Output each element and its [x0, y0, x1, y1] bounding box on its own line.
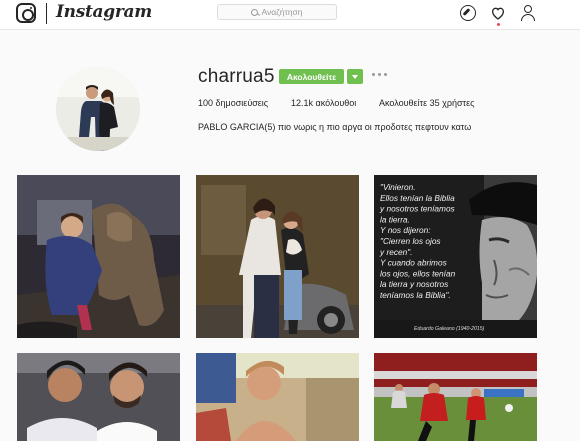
quote-credit: Eduardo Galeano (1940-2015): [414, 326, 485, 332]
quote-line: la tierra y nosotros: [380, 279, 448, 289]
profile-avatar[interactable]: [56, 67, 140, 151]
quote-line: y recen".: [379, 247, 412, 257]
following-button[interactable]: Ακολουθείτε: [279, 69, 344, 84]
instagram-wordmark[interactable]: Instagram: [56, 2, 152, 22]
quote-line: los ojos, ellos tenían: [380, 268, 456, 278]
top-navigation-bar: Instagram Αναζήτηση: [0, 0, 580, 30]
quote-line: la tierra.: [380, 214, 410, 224]
chevron-down-icon[interactable]: [347, 69, 363, 84]
search-input[interactable]: Αναζήτηση: [217, 4, 337, 20]
notification-dot: [497, 23, 500, 26]
quote-line: "Cierren los ojos: [380, 236, 441, 246]
quote-line: Y nos dijeron:: [380, 225, 431, 235]
more-options-icon[interactable]: [372, 73, 387, 76]
instagram-camera-icon[interactable]: [16, 3, 36, 23]
profile-bio: PABLO GARCIA(5) πιο νωρις η πιο αργα οι …: [198, 122, 472, 132]
profile-icon[interactable]: [520, 5, 536, 21]
followers-count[interactable]: 12.1k ακόλουθοι: [291, 98, 356, 108]
logo-divider: [46, 3, 47, 24]
search-placeholder: Αναζήτηση: [261, 7, 303, 17]
quote-line: "Vinieron.: [380, 182, 416, 192]
post-thumbnail-1[interactable]: [17, 175, 180, 338]
following-count[interactable]: Ακολουθείτε 35 χρήστες: [379, 98, 474, 108]
explore-icon[interactable]: [460, 5, 476, 21]
post-quote-galeano[interactable]: "Vinieron. Ellos tenían la Biblia y nosotr…: [374, 175, 537, 338]
profile-username: charrua5: [198, 66, 275, 87]
quote-line: teníamos la Biblia".: [380, 290, 451, 300]
heart-icon[interactable]: [490, 5, 506, 21]
posts-count: 100 δημοσιεύσεις: [198, 98, 269, 108]
quote-line: Ellos tenían la Biblia: [380, 193, 455, 203]
post-thumbnail-5[interactable]: [196, 353, 359, 441]
post-thumbnail-4[interactable]: [17, 353, 180, 441]
quote-line: Y cuando abrimos: [380, 258, 447, 268]
quote-line: y nosotros teníamos: [379, 204, 455, 214]
post-thumbnail-6[interactable]: [374, 353, 537, 441]
search-icon: [251, 8, 259, 16]
post-thumbnail-2[interactable]: [196, 175, 359, 338]
